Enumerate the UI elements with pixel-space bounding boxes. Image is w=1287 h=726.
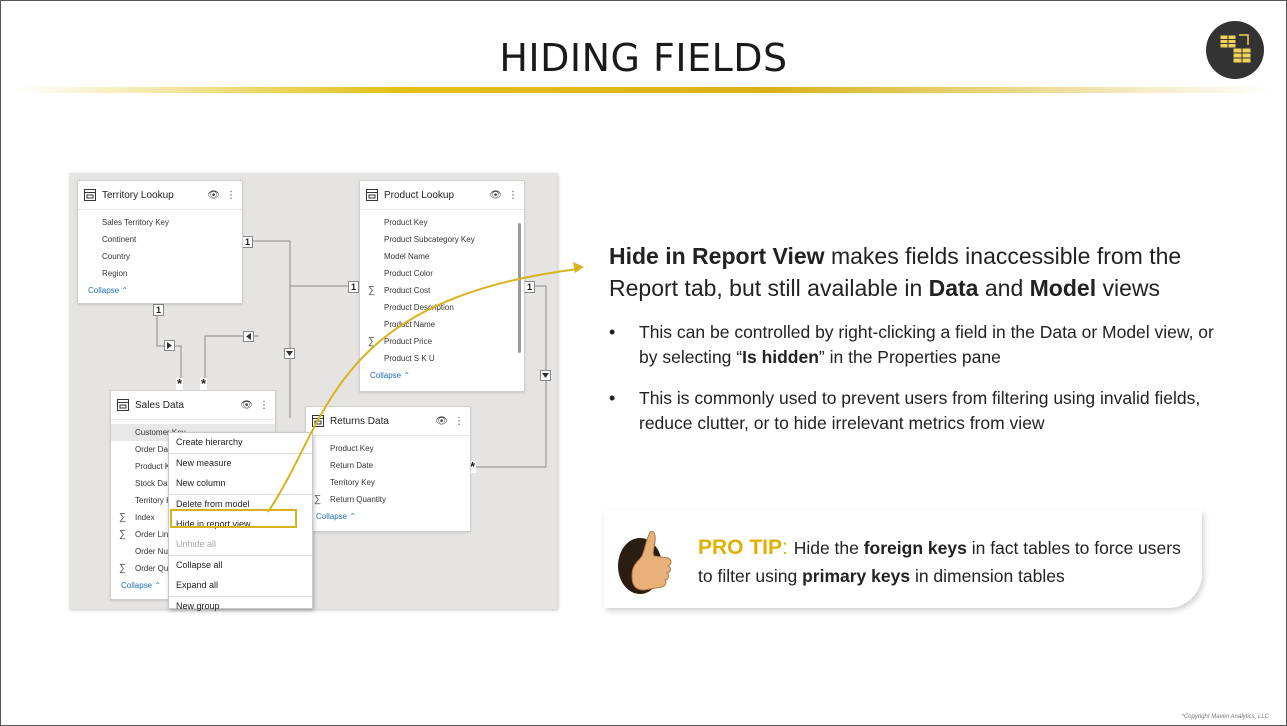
headline: Hide in Report View makes fields inacces… [609, 243, 1182, 301]
thumbs-up-icon [618, 531, 672, 594]
copyright-text: *Copyright Maven Analytics, LLC [1181, 714, 1269, 720]
bullet-list: This can be controlled by right-clicking… [609, 320, 1219, 452]
pro-tip-text: PRO TIP: Hide the foreign keys in fact t… [698, 536, 1181, 586]
pro-tip-label: PRO TIP [698, 536, 783, 559]
bullet-item: This is commonly used to prevent users f… [609, 386, 1219, 436]
pro-tip-box: PRO TIP: Hide the foreign keys in fact t… [604, 510, 1202, 608]
bullet-item: This can be controlled by right-clicking… [609, 320, 1219, 370]
